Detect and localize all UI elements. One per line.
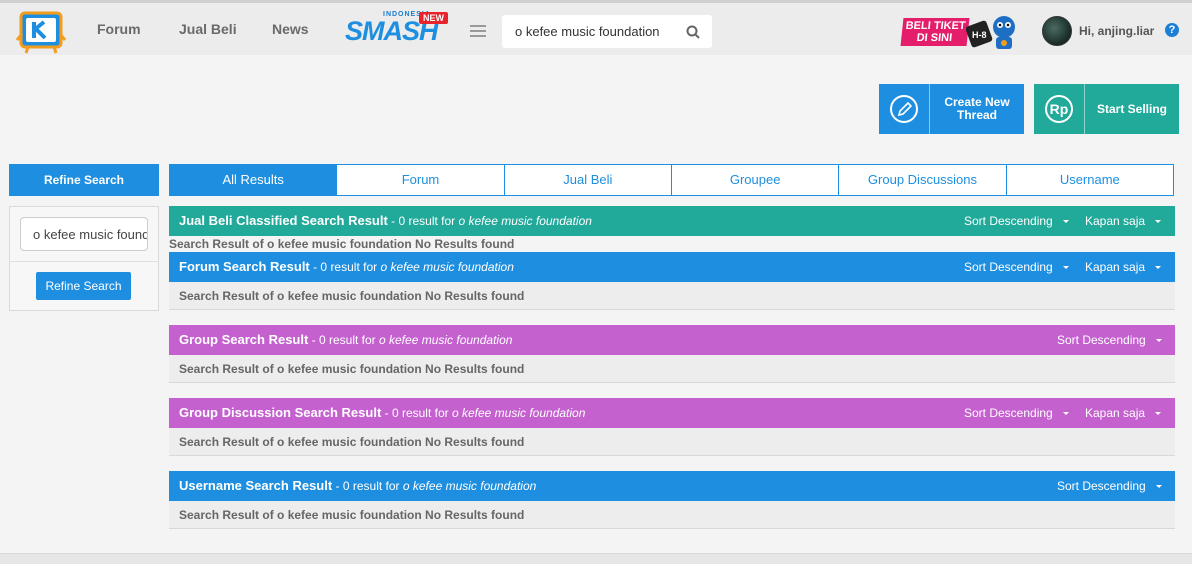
smash-logo[interactable]: INDONESIA SMASH NEW xyxy=(345,11,449,47)
time-dropdown[interactable]: Kapan saja xyxy=(1085,406,1162,420)
mascot-icon: H-8 xyxy=(966,16,1015,49)
top-search xyxy=(502,15,712,48)
tab-groupee[interactable]: Groupee xyxy=(672,165,840,195)
forum-result-title: Forum Search Result - 0 result for o kef… xyxy=(179,259,514,274)
create-thread-line-2: Thread xyxy=(956,108,997,122)
tab-jual-beli[interactable]: Jual Beli xyxy=(505,165,672,195)
nav-jual-beli[interactable]: Jual Beli xyxy=(179,21,237,37)
divider xyxy=(10,261,158,262)
search-icon[interactable] xyxy=(686,25,700,39)
promo-banner[interactable]: BELI TIKET DI SINI H-8 xyxy=(900,15,1024,51)
sort-dropdown[interactable]: Sort Descending xyxy=(964,406,1069,420)
forum-no-results: Search Result of o kefee music foundatio… xyxy=(179,289,525,303)
sort-dropdown[interactable]: Sort Descending xyxy=(1057,333,1162,347)
username-result-body: Search Result of o kefee music foundatio… xyxy=(169,501,1175,529)
username-result-title: Username Search Result - 0 result for o … xyxy=(179,478,537,493)
forum-result-header: Forum Search Result - 0 result for o kef… xyxy=(169,252,1175,282)
create-thread-button[interactable]: Create New Thread xyxy=(879,84,1024,134)
forum-result-body: Search Result of o kefee music foundatio… xyxy=(169,282,1175,310)
rupiah-symbol: Rp xyxy=(1050,101,1069,117)
refine-search-input[interactable] xyxy=(20,217,148,251)
promo-tag: BELI TIKET DI SINI xyxy=(900,18,970,46)
sort-dropdown[interactable]: Sort Descending xyxy=(964,260,1069,274)
caret-down-icon xyxy=(1155,266,1162,270)
refine-search-button[interactable]: Refine Search xyxy=(36,272,131,300)
result-tabs: All Results Forum Jual Beli Groupee Grou… xyxy=(169,164,1174,196)
sort-dropdown[interactable]: Sort Descending xyxy=(1057,479,1162,493)
group-no-results: Search Result of o kefee music foundatio… xyxy=(179,362,525,376)
search-input[interactable] xyxy=(502,15,677,48)
caret-down-icon xyxy=(1155,220,1162,224)
tab-forum[interactable]: Forum xyxy=(337,165,505,195)
create-thread-label: Create New Thread xyxy=(930,84,1024,134)
promo-line-2: DI SINI xyxy=(916,32,953,44)
user-greeting[interactable]: Hi, anjing.liar xyxy=(1079,24,1154,38)
tab-all-results[interactable]: All Results xyxy=(170,165,338,195)
group-result-body: Search Result of o kefee music foundatio… xyxy=(169,355,1175,383)
tab-username[interactable]: Username xyxy=(1007,165,1173,195)
time-dropdown[interactable]: Kapan saja xyxy=(1085,214,1162,228)
caret-down-icon xyxy=(1062,412,1069,416)
group-result-header: Group Search Result - 0 result for o kef… xyxy=(169,325,1175,355)
caret-down-icon xyxy=(1155,412,1162,416)
start-selling-label: Start Selling xyxy=(1096,101,1167,116)
new-badge: NEW xyxy=(419,12,448,24)
avatar[interactable] xyxy=(1042,16,1072,46)
help-icon[interactable]: ? xyxy=(1165,23,1179,37)
group-discussion-result-body: Search Result of o kefee music foundatio… xyxy=(169,428,1175,456)
footer-divider xyxy=(0,553,1192,564)
sort-dropdown[interactable]: Sort Descending xyxy=(964,214,1069,228)
caret-down-icon xyxy=(1062,220,1069,224)
group-discussion-no-results: Search Result of o kefee music foundatio… xyxy=(179,435,525,449)
kaskus-logo[interactable] xyxy=(14,10,72,54)
group-discussion-result-header: Group Discussion Search Result - 0 resul… xyxy=(169,398,1175,428)
caret-down-icon xyxy=(1062,266,1069,270)
username-no-results: Search Result of o kefee music foundatio… xyxy=(179,508,525,522)
caret-down-icon xyxy=(1155,485,1162,489)
menu-icon[interactable] xyxy=(470,25,486,37)
top-nav: Forum Jual Beli News INDONESIA SMASH NEW… xyxy=(0,0,1192,55)
tab-group-discussions[interactable]: Group Discussions xyxy=(839,165,1007,195)
group-discussion-result-title: Group Discussion Search Result - 0 resul… xyxy=(179,405,586,420)
refine-search-title: Refine Search xyxy=(9,164,159,196)
refine-panel: Refine Search xyxy=(9,206,159,311)
nav-news[interactable]: News xyxy=(272,21,309,37)
jualbeli-result-header: Jual Beli Classified Search Result - 0 r… xyxy=(169,206,1175,236)
promo-badge-text: H-8 xyxy=(972,30,987,40)
caret-down-icon xyxy=(1155,339,1162,343)
time-dropdown[interactable]: Kapan saja xyxy=(1085,260,1162,274)
group-result-title: Group Search Result - 0 result for o kef… xyxy=(179,332,513,347)
jualbeli-no-results: Search Result of o kefee music foundatio… xyxy=(169,237,515,251)
pencil-icon xyxy=(879,84,930,134)
rupiah-icon: Rp xyxy=(1034,84,1085,134)
username-result-header: Username Search Result - 0 result for o … xyxy=(169,471,1175,501)
start-selling-button[interactable]: Rp Start Selling xyxy=(1034,84,1179,134)
promo-line-1: BELI TIKET xyxy=(905,20,967,32)
nav-forum[interactable]: Forum xyxy=(97,21,141,37)
jualbeli-result-title: Jual Beli Classified Search Result - 0 r… xyxy=(179,213,592,228)
